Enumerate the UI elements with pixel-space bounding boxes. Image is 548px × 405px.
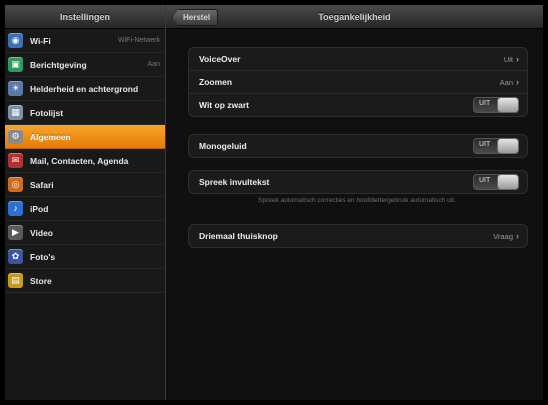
row-mono-audio: Monogeluid UIT (189, 135, 527, 157)
row-label: Zoomen (199, 77, 233, 87)
sidebar-item-berichtgeving[interactable]: ▣ Berichtgeving Aan (5, 53, 165, 77)
toggle-state: UIT (479, 141, 491, 148)
sidebar-item-wi-fi[interactable]: ◉ Wi-Fi WiFi-Netwerk (5, 29, 165, 53)
store-icon: ▤ (8, 273, 23, 288)
row-label: VoiceOver (199, 54, 241, 64)
row-value: Aan (499, 77, 513, 87)
ipod-icon: ♪ (8, 201, 23, 216)
row-voiceover[interactable]: VoiceOver Uit › (189, 48, 527, 71)
notifications-icon: ▣ (8, 57, 23, 72)
back-button[interactable]: Herstel (172, 9, 219, 26)
row-label: Driemaal thuisknop (199, 231, 278, 241)
toggle-state: UIT (479, 177, 491, 184)
sidebar-item-foto-s[interactable]: ✿ Foto's (5, 245, 165, 269)
sidebar-item-detail: Aan (147, 61, 160, 68)
row-triple-click-home[interactable]: Driemaal thuisknop Vraag › (189, 225, 527, 247)
speak-autotext-toggle[interactable]: UIT (473, 174, 519, 190)
row-zoom[interactable]: Zoomen Aan › (189, 71, 527, 94)
chevron-right-icon: › (516, 54, 519, 64)
sidebar-item-label: Foto's (30, 251, 56, 262)
video-icon: ▶ (8, 225, 23, 240)
row-value: Vraag (493, 231, 513, 241)
group-footnote: Spreek automatisch correcties en hoofdle… (258, 197, 456, 204)
sidebar-item-ipod[interactable]: ♪ iPod (5, 197, 165, 221)
brightness-icon: ☀ (8, 81, 23, 96)
sidebar-item-label: Video (30, 227, 53, 238)
wifi-icon: ◉ (8, 33, 23, 48)
sidebar-item-fotolijst[interactable]: ▦ Fotolijst (5, 101, 165, 125)
sidebar-item-label: Algemeen (30, 131, 71, 142)
group-speak-autotext: Spreek invultekst UIT (188, 170, 528, 194)
sidebar-item-label: Wi-Fi (30, 35, 51, 46)
sidebar-item-algemeen[interactable]: ⚙ Algemeen (5, 125, 165, 149)
sidebar-item-safari[interactable]: ◎ Safari (5, 173, 165, 197)
toggle-knob (497, 138, 519, 154)
white-on-black-toggle[interactable]: UIT (473, 97, 519, 113)
row-value: Uit (503, 54, 513, 64)
mono-audio-toggle[interactable]: UIT (473, 138, 519, 154)
row-label: Spreek invultekst (199, 177, 270, 187)
row-label: Wit op zwart (199, 100, 249, 110)
group-mono-audio: Monogeluid UIT (188, 134, 528, 158)
ipad-settings-window: Instellingen ◉ Wi-Fi WiFi-Netwerk ▣ Berichtg… (5, 5, 543, 400)
sidebar-item-store[interactable]: ▤ Store (5, 269, 165, 293)
toggle-state: UIT (479, 100, 491, 107)
sidebar-list: ◉ Wi-Fi WiFi-Netwerk ▣ Berichtgeving Aan ☀ Held… (5, 29, 165, 293)
sidebar-item-label: Berichtgeving (30, 59, 87, 70)
row-speak-autotext: Spreek invultekst UIT (189, 171, 527, 193)
sidebar-item-label: Fotolijst (30, 107, 64, 118)
safari-icon: ◎ (8, 177, 23, 192)
row-white-on-black: Wit op zwart UIT (189, 94, 527, 116)
toggle-knob (497, 97, 519, 113)
row-label: Monogeluid (199, 141, 247, 151)
detail-pane: Herstel Toegankelijkheid VoiceOver Uit ›… (166, 5, 543, 400)
chevron-right-icon: › (516, 77, 519, 87)
chevron-right-icon: › (516, 231, 519, 241)
sidebar-item-label: Safari (30, 179, 54, 190)
picture-frame-icon: ▦ (8, 105, 23, 120)
mail-icon: ✉ (8, 153, 23, 168)
group-triple-click: Driemaal thuisknop Vraag › (188, 224, 528, 248)
sidebar-item-helderheid-en-achtergrond[interactable]: ☀ Helderheid en achtergrond (5, 77, 165, 101)
sidebar-item-label: iPod (30, 203, 49, 214)
sidebar-title: Instellingen (59, 11, 110, 22)
sidebar-item-label: Store (30, 275, 52, 286)
sidebar-item-label: Mail, Contacten, Agenda (30, 155, 129, 166)
sidebar-item-label: Helderheid en achtergrond (30, 83, 139, 94)
settings-sidebar: Instellingen ◉ Wi-Fi WiFi-Netwerk ▣ Berichtg… (5, 5, 166, 400)
sidebar-item-mail-contacten-agenda[interactable]: ✉ Mail, Contacten, Agenda (5, 149, 165, 173)
sidebar-item-video[interactable]: ▶ Video (5, 221, 165, 245)
group-vision: VoiceOver Uit › Zoomen Aan › Wit op zwar… (188, 47, 528, 117)
detail-navbar: Herstel Toegankelijkheid (166, 5, 543, 29)
sidebar-item-detail: WiFi-Netwerk (118, 37, 160, 44)
toggle-knob (497, 174, 519, 190)
photos-icon: ✿ (8, 249, 23, 264)
page-title: Toegankelijkheid (318, 11, 391, 22)
general-gear-icon: ⚙ (8, 129, 23, 144)
sidebar-navbar: Instellingen (5, 5, 165, 29)
